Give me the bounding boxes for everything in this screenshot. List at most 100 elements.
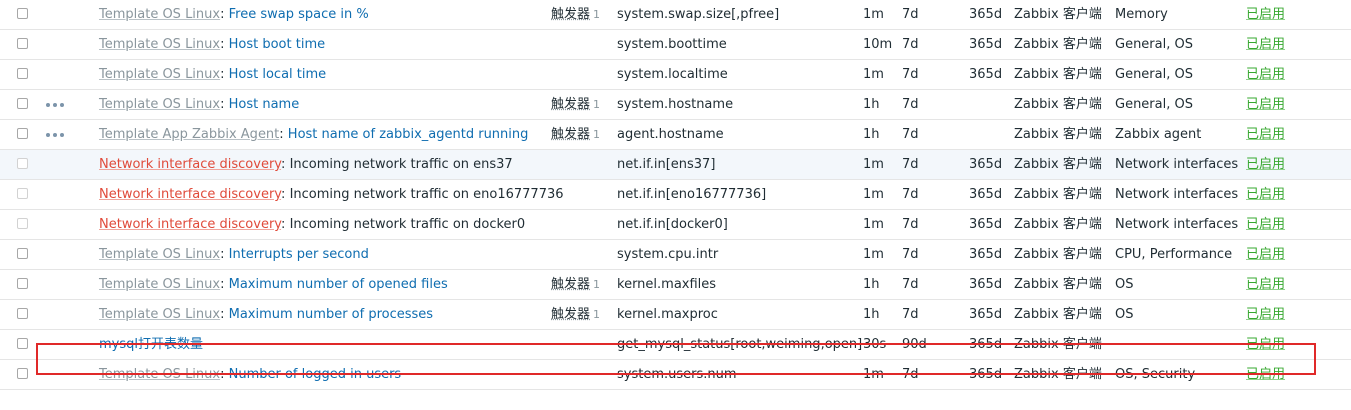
item-name-cell: Template OS Linux: Host name bbox=[99, 97, 300, 112]
item-name: Incoming network traffic on docker0 bbox=[289, 217, 526, 232]
triggers-link[interactable]: 触发器 bbox=[551, 97, 590, 112]
status-link[interactable]: 已启用 bbox=[1246, 30, 1285, 60]
item-name-cell: Template OS Linux: Host boot time bbox=[99, 37, 326, 52]
item-link[interactable]: Host local time bbox=[229, 67, 327, 82]
row-checkbox[interactable] bbox=[17, 368, 28, 379]
triggers-link[interactable]: 触发器 bbox=[551, 127, 590, 142]
more-options-icon[interactable] bbox=[46, 120, 66, 150]
item-type: Zabbix 客户端 bbox=[1014, 97, 1102, 112]
triggers-link[interactable]: 触发器 bbox=[551, 7, 590, 22]
status-link[interactable]: 已启用 bbox=[1246, 120, 1285, 150]
item-name-cell: Template App Zabbix Agent: Host name of … bbox=[99, 127, 529, 142]
update-interval: 10m bbox=[863, 37, 893, 52]
triggers-cell: 触发器 1 bbox=[551, 300, 600, 330]
row-checkbox[interactable] bbox=[17, 248, 28, 259]
trigger-count: 1 bbox=[593, 98, 601, 111]
discovery-rule-link[interactable]: Network interface discovery bbox=[99, 187, 281, 202]
status-link[interactable]: 已启用 bbox=[1246, 300, 1285, 330]
item-link[interactable]: mysql打开表数量 bbox=[99, 337, 203, 352]
row-checkbox[interactable] bbox=[17, 68, 28, 79]
template-link[interactable]: Template OS Linux bbox=[99, 7, 220, 22]
template-link[interactable]: Template OS Linux bbox=[99, 367, 220, 382]
trigger-count: 1 bbox=[593, 128, 601, 141]
triggers-link[interactable]: 触发器 bbox=[551, 277, 590, 292]
status-link[interactable]: 已启用 bbox=[1246, 90, 1285, 120]
table-row: Template OS Linux: Interrupts per second… bbox=[0, 240, 1351, 270]
row-checkbox[interactable] bbox=[17, 8, 28, 19]
template-link[interactable]: Template OS Linux bbox=[99, 277, 220, 292]
item-name-cell: Template OS Linux: Host local time bbox=[99, 67, 327, 82]
item-key: kernel.maxfiles bbox=[617, 277, 717, 292]
item-type: Zabbix 客户端 bbox=[1014, 187, 1102, 202]
item-link[interactable]: Maximum number of opened files bbox=[229, 277, 448, 292]
item-type: Zabbix 客户端 bbox=[1014, 367, 1102, 382]
history: 7d bbox=[902, 247, 919, 262]
item-link[interactable]: Free swap space in % bbox=[229, 7, 369, 22]
row-checkbox[interactable] bbox=[17, 308, 28, 319]
row-checkbox[interactable] bbox=[17, 278, 28, 289]
trends: 365d bbox=[969, 307, 1003, 322]
template-link[interactable]: Template OS Linux bbox=[99, 37, 220, 52]
item-key: system.boottime bbox=[617, 37, 727, 52]
row-checkbox[interactable] bbox=[17, 218, 28, 229]
template-link[interactable]: Template OS Linux bbox=[99, 67, 220, 82]
triggers-link[interactable]: 触发器 bbox=[551, 307, 590, 322]
more-options-icon[interactable] bbox=[46, 90, 66, 120]
history: 7d bbox=[902, 37, 919, 52]
item-key: system.hostname bbox=[617, 97, 734, 112]
item-link[interactable]: Host boot time bbox=[229, 37, 326, 52]
status-link[interactable]: 已启用 bbox=[1246, 60, 1285, 90]
history: 7d bbox=[902, 307, 919, 322]
status-link[interactable]: 已启用 bbox=[1246, 330, 1285, 360]
item-name-cell: Template OS Linux: Maximum number of pro… bbox=[99, 307, 434, 322]
item-type: Zabbix 客户端 bbox=[1014, 37, 1102, 52]
status-link[interactable]: 已启用 bbox=[1246, 0, 1285, 30]
trigger-count: 1 bbox=[593, 8, 601, 21]
trends: 365d bbox=[969, 337, 1003, 352]
row-checkbox[interactable] bbox=[17, 338, 28, 349]
history: 7d bbox=[902, 277, 919, 292]
item-key: system.users.num bbox=[617, 367, 737, 382]
trigger-count: 1 bbox=[593, 308, 601, 321]
item-key: net.if.in[ens37] bbox=[617, 157, 716, 172]
trends: 365d bbox=[969, 247, 1003, 262]
item-name-cell: Template OS Linux: Maximum number of ope… bbox=[99, 277, 448, 292]
item-link[interactable]: Host name of zabbix_agentd running bbox=[288, 127, 529, 142]
trends: 365d bbox=[969, 7, 1003, 22]
row-checkbox[interactable] bbox=[17, 188, 28, 199]
row-checkbox[interactable] bbox=[17, 98, 28, 109]
item-link[interactable]: Maximum number of processes bbox=[229, 307, 433, 322]
update-interval: 1m bbox=[863, 187, 884, 202]
history: 7d bbox=[902, 7, 919, 22]
status-link[interactable]: 已启用 bbox=[1246, 270, 1285, 300]
row-checkbox[interactable] bbox=[17, 158, 28, 169]
table-row: Template OS Linux: Maximum number of pro… bbox=[0, 300, 1351, 330]
item-link[interactable]: Interrupts per second bbox=[229, 247, 369, 262]
template-link[interactable]: Template OS Linux bbox=[99, 307, 220, 322]
item-link[interactable]: Host name bbox=[229, 97, 300, 112]
row-checkbox[interactable] bbox=[17, 38, 28, 49]
item-link[interactable]: Number of logged in users bbox=[229, 367, 402, 382]
item-key: get_mysql_status[root,weiming,open] bbox=[617, 337, 863, 352]
discovery-rule-link[interactable]: Network interface discovery bbox=[99, 217, 281, 232]
table-row: Template OS Linux: Maximum number of ope… bbox=[0, 270, 1351, 300]
applications: OS bbox=[1115, 277, 1134, 292]
status-link[interactable]: 已启用 bbox=[1246, 180, 1285, 210]
discovery-rule-link[interactable]: Network interface discovery bbox=[99, 157, 281, 172]
table-row: Template App Zabbix Agent: Host name of … bbox=[0, 120, 1351, 150]
item-key: system.swap.size[,pfree] bbox=[617, 7, 780, 22]
trends: 365d bbox=[969, 187, 1003, 202]
row-checkbox[interactable] bbox=[17, 128, 28, 139]
item-name: Incoming network traffic on ens37 bbox=[289, 157, 513, 172]
item-type: Zabbix 客户端 bbox=[1014, 247, 1102, 262]
status-link[interactable]: 已启用 bbox=[1246, 360, 1285, 390]
template-link[interactable]: Template OS Linux bbox=[99, 97, 220, 112]
template-link[interactable]: Template App Zabbix Agent bbox=[99, 127, 279, 142]
status-link[interactable]: 已启用 bbox=[1246, 210, 1285, 240]
trends: 365d bbox=[969, 37, 1003, 52]
applications: Network interfaces bbox=[1115, 157, 1239, 172]
status-link[interactable]: 已启用 bbox=[1246, 150, 1285, 180]
status-link[interactable]: 已启用 bbox=[1246, 240, 1285, 270]
update-interval: 1m bbox=[863, 67, 884, 82]
template-link[interactable]: Template OS Linux bbox=[99, 247, 220, 262]
